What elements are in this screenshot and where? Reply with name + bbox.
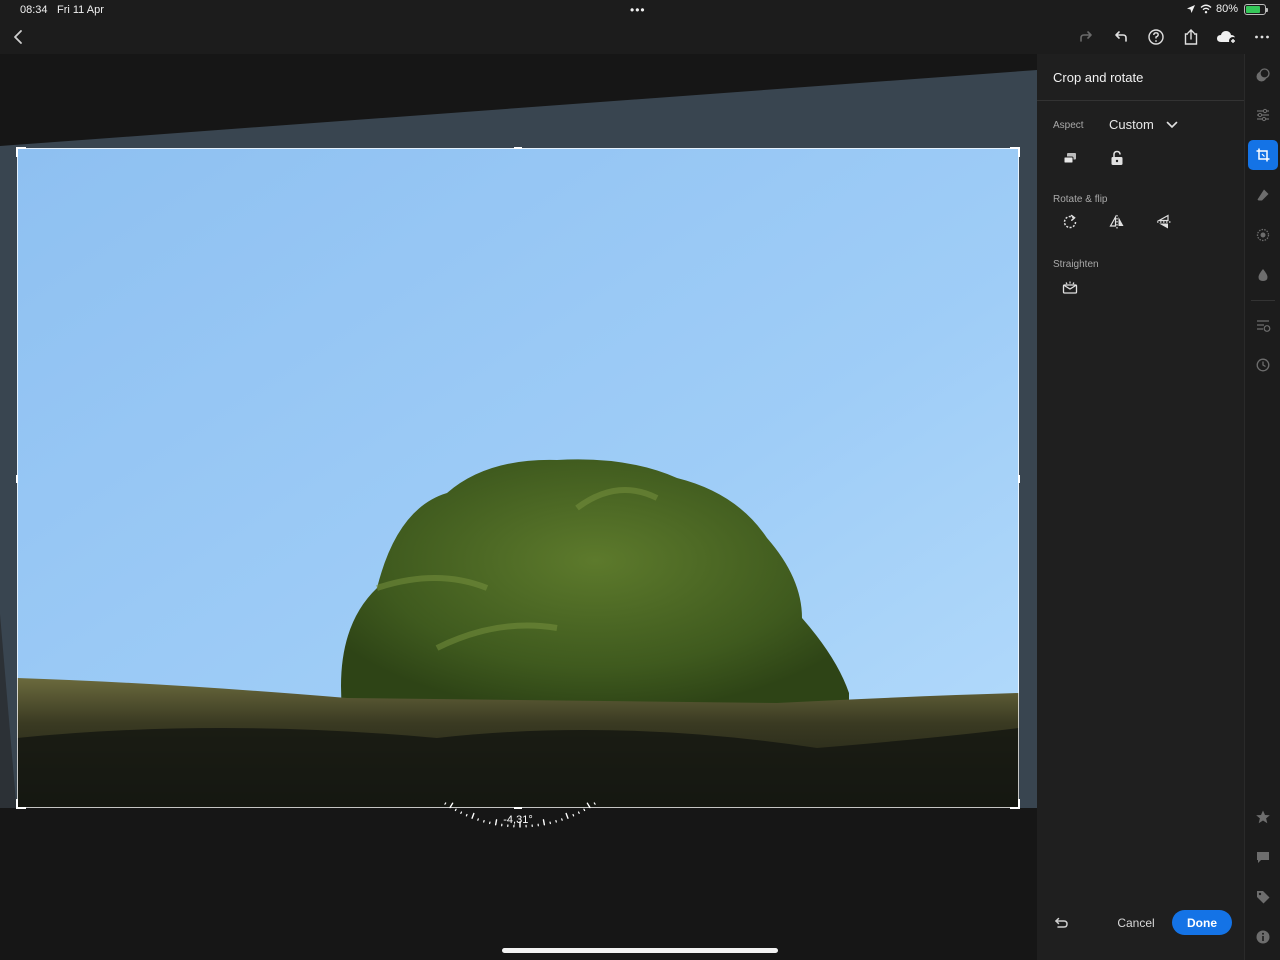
photo-image (17, 148, 1019, 808)
dial-tick (444, 802, 447, 805)
flip-horizontal-icon[interactable] (1105, 210, 1129, 234)
share-icon[interactable] (1180, 26, 1202, 48)
tools-rail (1244, 54, 1280, 960)
status-right: 80% (1186, 3, 1268, 15)
aspect-lock-open-icon[interactable] (1105, 146, 1129, 170)
flip-vertical-icon[interactable] (1152, 210, 1176, 234)
cancel-button[interactable]: Cancel (1113, 912, 1159, 934)
adjust-sliders-icon[interactable] (1248, 100, 1278, 130)
masking-icon[interactable] (1248, 220, 1278, 250)
rotate-flip-label: Rotate & flip (1053, 194, 1108, 205)
status-bar: 08:34 Fri 11 Apr ••• 80% (0, 0, 1280, 20)
dial-tick (572, 813, 575, 817)
aspect-dropdown[interactable]: Custom (1109, 117, 1178, 132)
healing-eraser-icon[interactable] (1248, 180, 1278, 210)
dial-tick (471, 812, 475, 819)
help-icon[interactable] (1145, 26, 1167, 48)
rail-divider (1251, 300, 1275, 301)
wifi-icon (1200, 4, 1212, 14)
reset-icon[interactable] (1050, 912, 1072, 934)
star-rating-icon[interactable] (1248, 802, 1278, 832)
comment-icon[interactable] (1248, 842, 1278, 872)
cloud-sync-icon[interactable] (1214, 26, 1240, 48)
home-indicator[interactable] (502, 948, 778, 953)
crop-rotate-icon[interactable] (1248, 140, 1278, 170)
battery-icon (1244, 3, 1268, 15)
color-mix-icon[interactable] (1248, 260, 1278, 290)
history-icon[interactable] (1248, 350, 1278, 380)
dial-tick (565, 812, 569, 819)
dial-tick (460, 811, 463, 814)
done-button[interactable]: Done (1172, 910, 1232, 935)
orientation-toggle-icon[interactable] (1058, 146, 1082, 170)
dial-tick (465, 813, 468, 817)
dial-tick (593, 802, 596, 805)
photo-canvas[interactable]: -4,31° (0, 54, 1037, 960)
dial-tick (449, 802, 454, 809)
aspect-label: Aspect (1053, 120, 1084, 131)
undo-icon[interactable] (1110, 26, 1132, 48)
aspect-value: Custom (1109, 117, 1154, 132)
panel-title: Crop and rotate (1053, 70, 1144, 85)
auto-straighten-icon[interactable] (1058, 276, 1082, 300)
redo-icon[interactable] (1075, 26, 1097, 48)
dial-tick (583, 808, 586, 812)
rotate-icon[interactable] (1058, 210, 1082, 234)
status-date: Fri 11 Apr (57, 4, 104, 16)
versions-icon[interactable] (1248, 310, 1278, 340)
info-icon[interactable] (1248, 922, 1278, 952)
presets-icon[interactable] (1248, 60, 1278, 90)
chevron-down-icon (1166, 121, 1178, 128)
top-toolbar (0, 20, 1280, 54)
more-icon[interactable] (1251, 26, 1273, 48)
battery-percent: 80% (1215, 3, 1238, 15)
dial-tick (454, 808, 457, 812)
tag-icon[interactable] (1248, 882, 1278, 912)
rotation-angle-readout: -4,31° (503, 814, 533, 826)
dial-tick (577, 811, 580, 814)
chevron-left-icon[interactable] (8, 26, 30, 48)
crop-panel: Crop and rotate Aspect Custom Rotate & f… (1037, 54, 1244, 960)
multitasking-dots-icon[interactable]: ••• (630, 3, 646, 17)
battery-fill (1246, 5, 1261, 13)
straighten-label: Straighten (1053, 259, 1099, 270)
panel-divider (1037, 100, 1244, 101)
location-icon (1186, 5, 1195, 13)
status-time: 08:34 (20, 4, 48, 16)
dial-tick (586, 802, 591, 809)
